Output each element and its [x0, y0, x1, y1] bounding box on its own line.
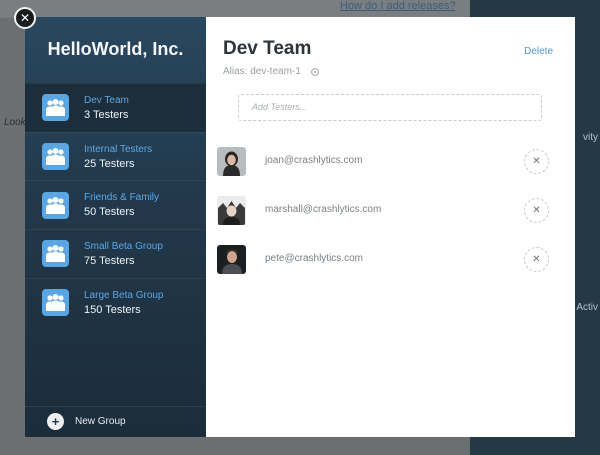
group-name: Friends & Family: [84, 192, 160, 204]
group-text: Friends & Family 50 Testers: [84, 192, 159, 218]
close-icon: ✕: [532, 156, 541, 167]
close-button[interactable]: ✕: [14, 7, 36, 29]
gear-icon[interactable]: [310, 67, 320, 77]
avatar: [217, 147, 246, 176]
tester-email: marshall@crashlytics.com: [265, 204, 382, 215]
new-group-label: New Group: [75, 416, 126, 427]
group-list: Dev Team 3 Testers Internal Testers 25 T…: [25, 83, 206, 326]
tester-row: marshall@crashlytics.com ✕: [217, 196, 557, 226]
groups-sidebar: HelloWorld, Inc. Dev Team 3 Testers Inte…: [25, 17, 206, 437]
close-icon: ✕: [532, 205, 541, 216]
group-icon: [42, 94, 69, 122]
tester-email: pete@crashlytics.com: [265, 253, 363, 264]
close-icon: ✕: [19, 11, 31, 25]
group-count: 75 Testers: [84, 254, 135, 267]
group-item[interactable]: Internal Testers 25 Testers: [25, 131, 206, 181]
remove-tester-button[interactable]: ✕: [524, 247, 549, 272]
plus-icon: +: [47, 413, 64, 430]
sidebar-divider: [25, 406, 206, 407]
group-name: Internal Testers: [84, 143, 153, 155]
add-testers-input[interactable]: Add Testers...: [238, 94, 542, 121]
remove-tester-button[interactable]: ✕: [524, 198, 549, 223]
organization-name: HelloWorld, Inc.: [47, 39, 184, 59]
group-name: Large Beta Group: [84, 289, 164, 301]
tester-email: joan@crashlytics.com: [265, 155, 363, 166]
background-activity-text: Activ: [576, 302, 598, 313]
tester-row: pete@crashlytics.com ✕: [217, 245, 557, 275]
background-help-link: How do I add releases?: [340, 0, 456, 12]
group-item[interactable]: Friends & Family 50 Testers: [25, 180, 206, 229]
tester-row: joan@crashlytics.com ✕: [217, 147, 557, 177]
close-icon: ✕: [532, 254, 541, 265]
group-item[interactable]: Dev Team 3 Testers: [25, 83, 206, 132]
group-count: 3 Testers: [84, 108, 129, 121]
group-text: Small Beta Group 75 Testers: [84, 241, 163, 267]
alias-text: Alias: dev-team-1: [223, 66, 301, 77]
group-icon: [42, 289, 69, 317]
group-count: 25 Testers: [84, 157, 135, 170]
new-group-button[interactable]: + New Group: [47, 413, 126, 430]
group-text: Dev Team 3 Testers: [84, 95, 129, 121]
group-name: Dev Team: [84, 94, 129, 106]
remove-tester-button[interactable]: ✕: [524, 149, 549, 174]
group-item[interactable]: Large Beta Group 150 Testers: [25, 277, 206, 327]
group-text: Large Beta Group 150 Testers: [84, 290, 164, 316]
avatar: [217, 245, 246, 274]
avatar: [217, 196, 246, 225]
background-activity-text: vity: [583, 132, 598, 143]
background-text: Look: [4, 117, 26, 128]
group-text: Internal Testers 25 Testers: [84, 144, 152, 170]
alias-row: Alias: dev-team-1: [223, 66, 320, 77]
group-name: Small Beta Group: [84, 240, 163, 252]
group-icon: [42, 143, 69, 171]
group-count: 50 Testers: [84, 206, 135, 219]
group-icon: [42, 240, 69, 268]
group-count: 150 Testers: [84, 303, 141, 316]
group-icon: [42, 191, 69, 219]
group-item[interactable]: Small Beta Group 75 Testers: [25, 229, 206, 278]
page-title: Dev Team: [223, 38, 312, 59]
delete-button[interactable]: Delete: [524, 46, 553, 57]
group-detail-panel: Dev Team Delete Alias: dev-team-1 Add Te…: [206, 17, 575, 437]
